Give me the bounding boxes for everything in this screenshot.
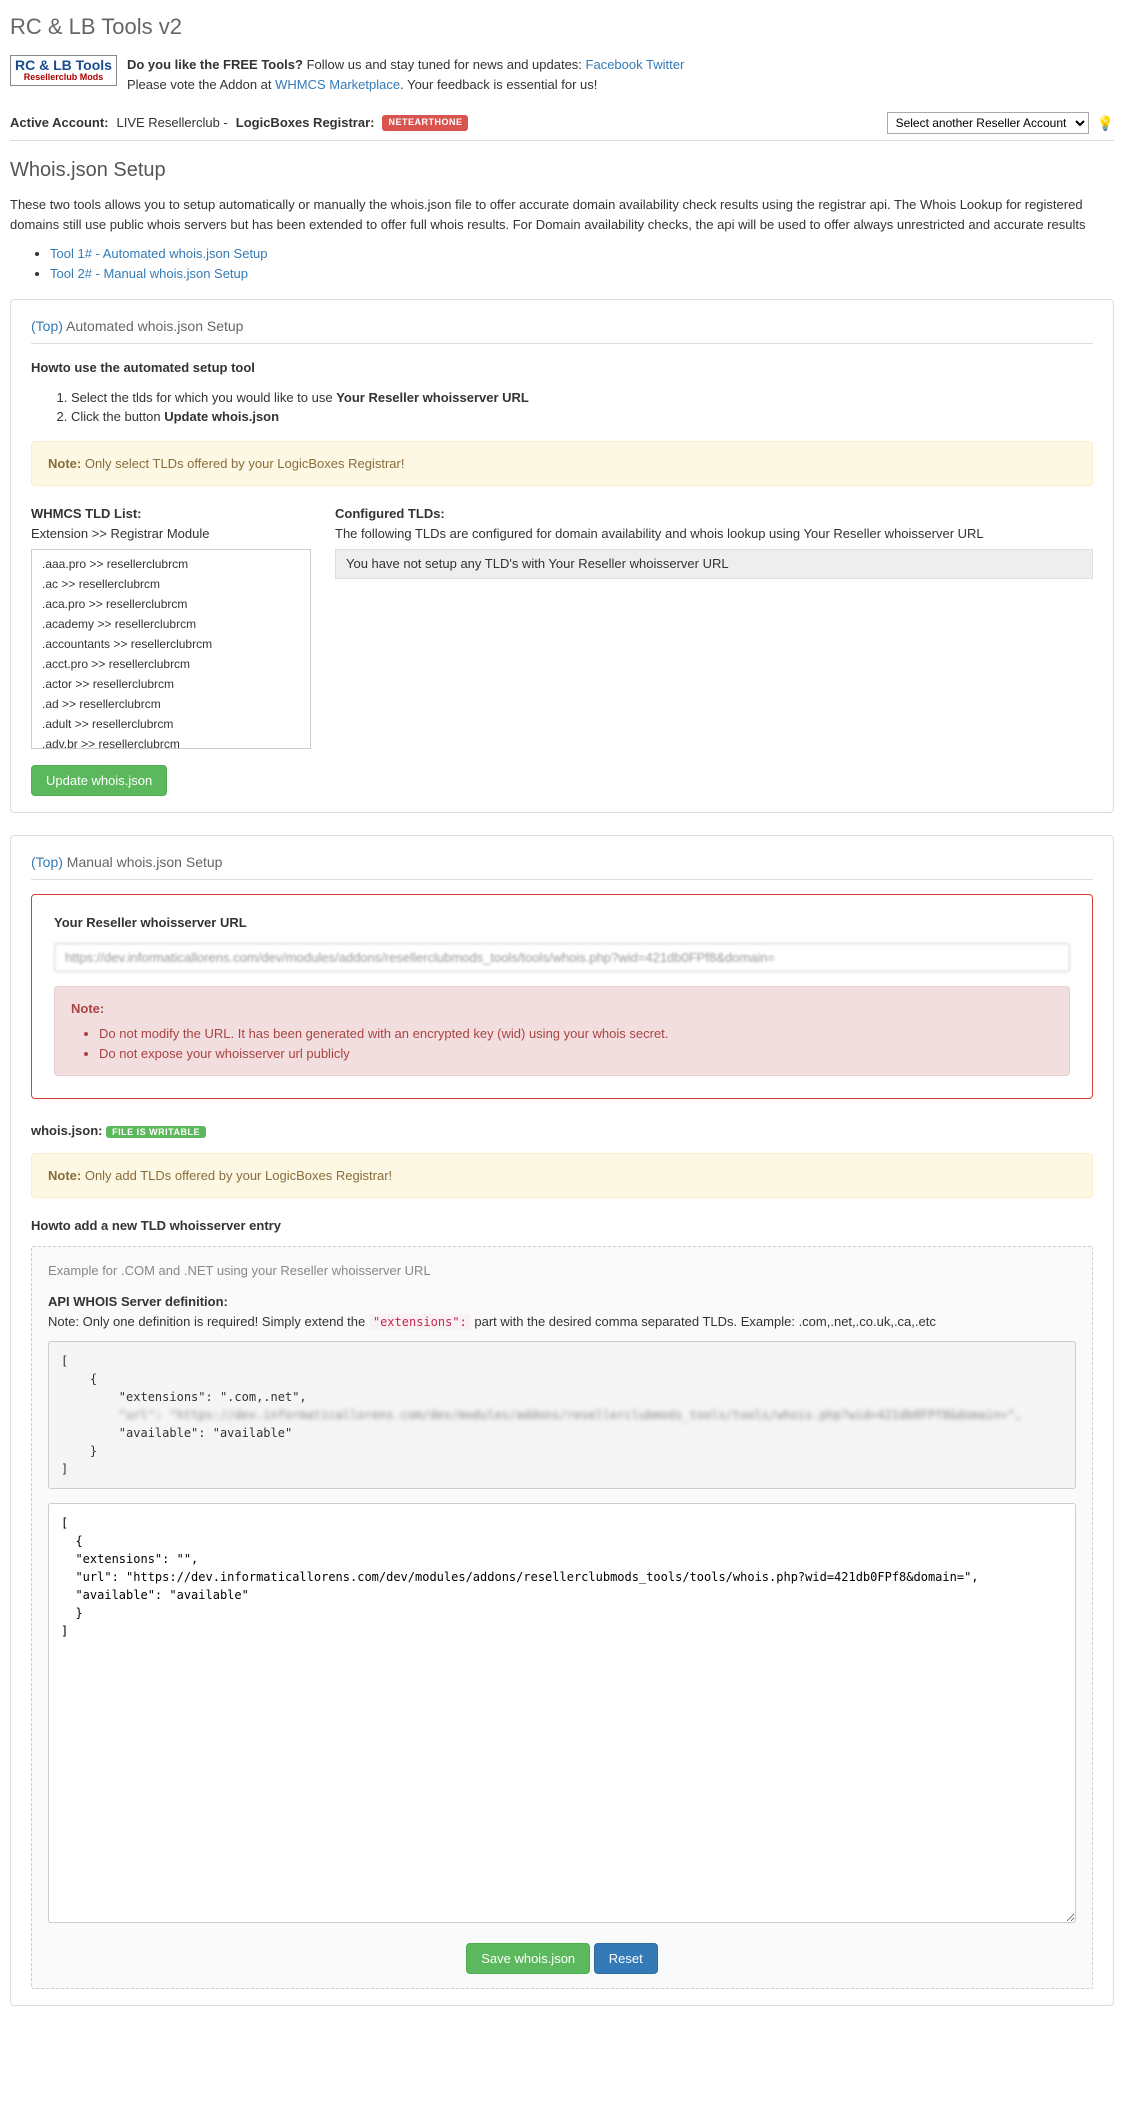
tld-option[interactable]: .accountants >> resellerclubrcm — [36, 634, 306, 654]
lightbulb-icon: 💡 — [1097, 113, 1114, 134]
whois-note: Note: Only add TLDs offered by your Logi… — [31, 1153, 1093, 1199]
tld-option[interactable]: .adult >> resellerclubrcm — [36, 714, 306, 734]
auto-note: Note: Only select TLDs offered by your L… — [31, 441, 1093, 487]
tld-option[interactable]: .ac >> resellerclubrcm — [36, 574, 306, 594]
tld-option[interactable]: .academy >> resellerclubrcm — [36, 614, 306, 634]
tool-list: Tool 1# - Automated whois.json Setup Too… — [10, 244, 1114, 283]
intro-text: These two tools allows you to setup auto… — [10, 195, 1114, 234]
tld-option[interactable]: .acct.pro >> resellerclubrcm — [36, 654, 306, 674]
whoisserver-url-input[interactable] — [54, 943, 1070, 972]
update-whois-button[interactable]: Update whois.json — [31, 765, 167, 796]
header-text: Do you like the FREE Tools? Follow us an… — [127, 55, 684, 94]
configured-heading: Configured TLDs: — [335, 504, 1093, 524]
account-row: Active Account: LIVE Resellerclub - Logi… — [10, 106, 1114, 141]
tld-option[interactable]: .ad >> resellerclubrcm — [36, 694, 306, 714]
tld-option[interactable]: .actor >> resellerclubrcm — [36, 674, 306, 694]
configured-empty-message: You have not setup any TLD's with Your R… — [335, 549, 1093, 579]
marketplace-link[interactable]: WHMCS Marketplace — [275, 77, 400, 92]
tld-list-heading: WHMCS TLD List: — [31, 504, 311, 524]
manual-panel: (Top) Manual whois.json Setup Your Resel… — [10, 835, 1114, 2006]
section-title: Whois.json Setup — [10, 155, 1114, 185]
example-box: Example for .COM and .NET using your Res… — [31, 1246, 1093, 1989]
tld-option[interactable]: .aaa.pro >> resellerclubrcm — [36, 554, 306, 574]
registrar-badge: NETEARTHONE — [382, 115, 468, 131]
save-whois-button[interactable]: Save whois.json — [466, 1943, 590, 1974]
reseller-account-select[interactable]: Select another Reseller Account — [887, 112, 1089, 134]
auto-steps: Select the tlds for which you would like… — [31, 388, 1093, 427]
facebook-link[interactable]: Facebook — [586, 57, 643, 72]
whois-json-heading: whois.json: FILE IS WRITABLE — [31, 1121, 1093, 1141]
url-label: Your Reseller whoisserver URL — [54, 913, 1070, 933]
tool2-link[interactable]: Tool 2# - Manual whois.json Setup — [50, 266, 248, 281]
automated-panel: (Top) Automated whois.json Setup Howto u… — [10, 299, 1114, 813]
top-link-manual[interactable]: (Top) — [31, 854, 63, 870]
writable-badge: FILE IS WRITABLE — [106, 1126, 206, 1138]
reset-button[interactable]: Reset — [594, 1943, 658, 1974]
top-link-auto[interactable]: (Top) — [31, 318, 63, 334]
howto-manual-heading: Howto add a new TLD whoisserver entry — [31, 1216, 1093, 1236]
logo: RC & LB ToolsResellerclub Mods — [10, 55, 117, 86]
twitter-link[interactable]: Twitter — [646, 57, 684, 72]
code-example: [ { "extensions": ".com,.net", "url": "h… — [48, 1341, 1076, 1489]
whois-json-textarea[interactable] — [48, 1503, 1076, 1923]
header-block: RC & LB ToolsResellerclub Mods Do you li… — [10, 55, 1114, 94]
page-title: RC & LB Tools v2 — [10, 10, 1114, 43]
tool1-link[interactable]: Tool 1# - Automated whois.json Setup — [50, 246, 268, 261]
manual-note: Note: Do not modify the URL. It has been… — [54, 986, 1070, 1077]
tld-option[interactable]: .adv.br >> resellerclubrcm — [36, 734, 306, 749]
tld-multiselect[interactable]: .aaa.pro >> resellerclubrcm.ac >> resell… — [31, 549, 311, 749]
howto-auto-heading: Howto use the automated setup tool — [31, 358, 1093, 378]
url-subpanel: Your Reseller whoisserver URL Note: Do n… — [31, 894, 1093, 1099]
tld-option[interactable]: .aca.pro >> resellerclubrcm — [36, 594, 306, 614]
